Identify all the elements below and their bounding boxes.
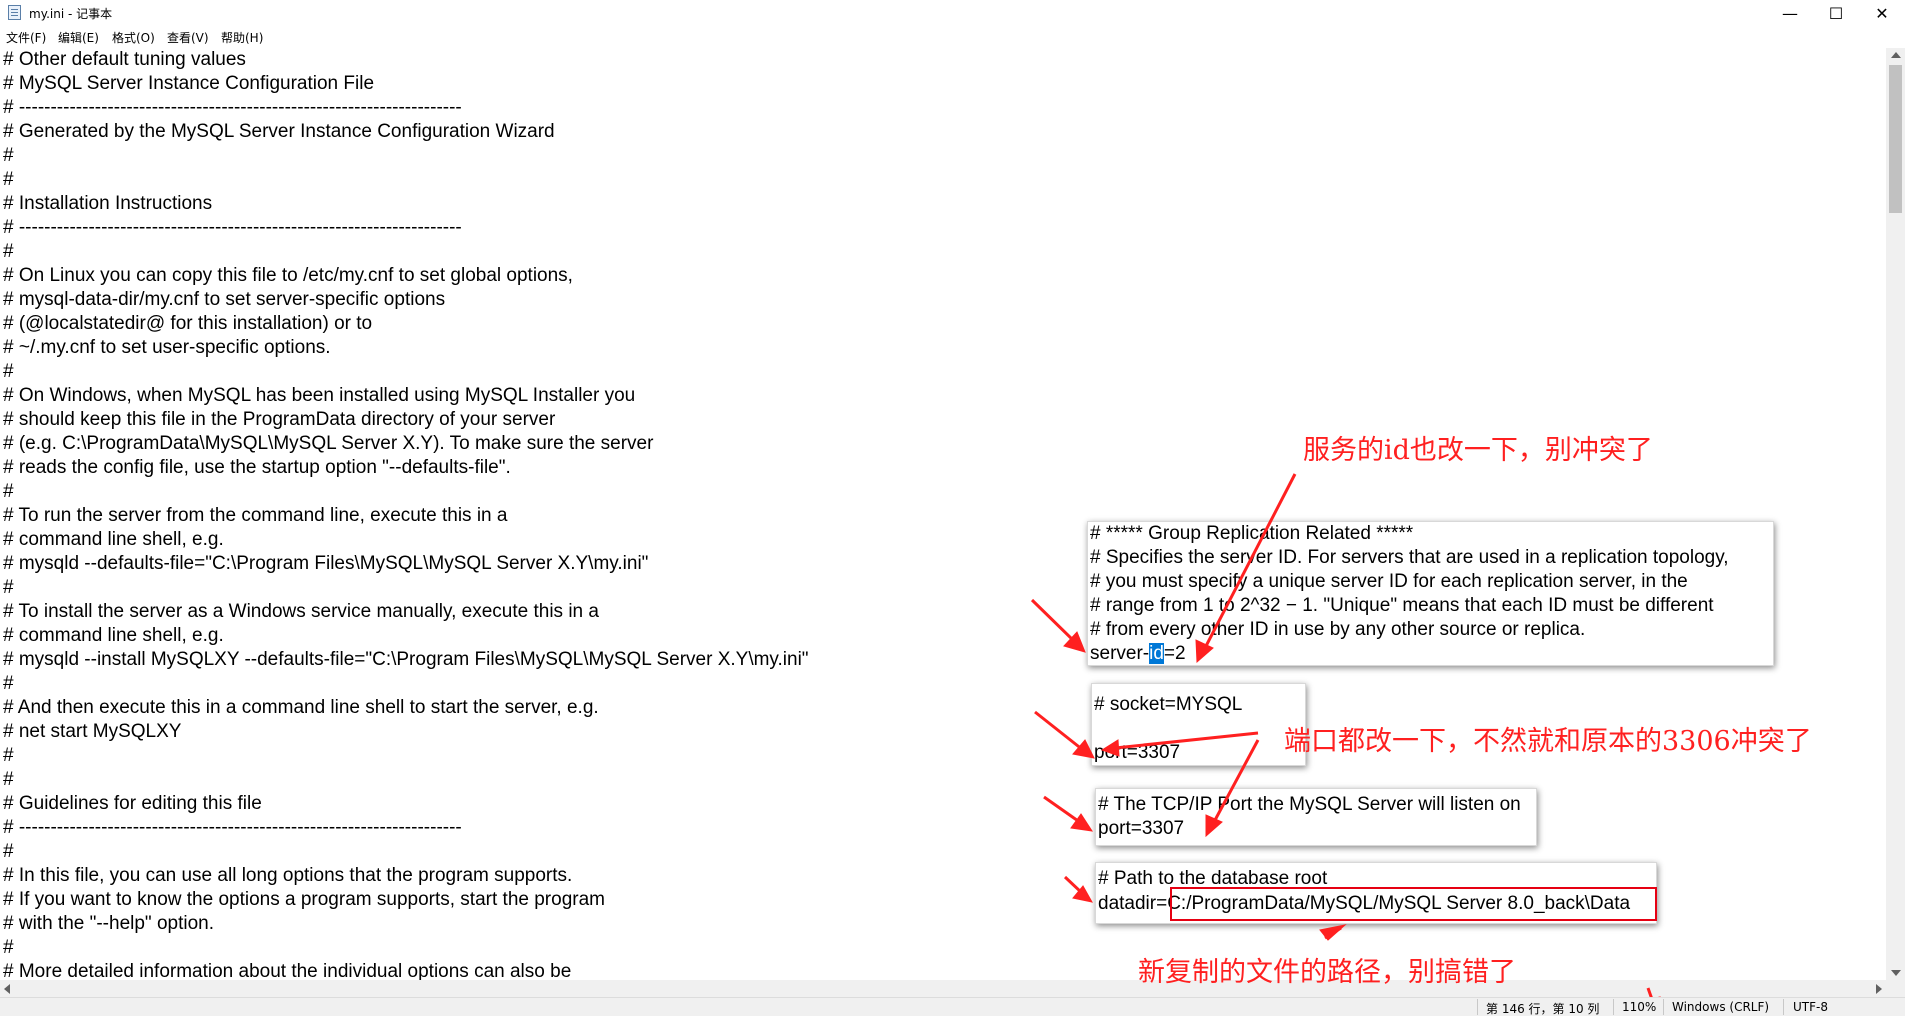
line-ending: Windows (CRLF) bbox=[1672, 1000, 1770, 1014]
status-separator bbox=[1663, 999, 1664, 1015]
arrow-to-server-id-line bbox=[1030, 598, 1077, 644]
arrow-port-left bbox=[1114, 731, 1259, 750]
cursor-position: 第 146 行，第 10 列 bbox=[1486, 1002, 1600, 1016]
status-bar: 第 146 行，第 10 列 110% Windows (CRLF) UTF-8 bbox=[0, 997, 1905, 1016]
arrow-head-icon bbox=[1205, 814, 1223, 838]
encoding: UTF-8 bbox=[1793, 1000, 1828, 1014]
annotation-arrows bbox=[1030, 473, 1661, 1014]
arrow-to-tcp-port bbox=[1043, 795, 1082, 825]
status-separator bbox=[1613, 999, 1614, 1015]
arrow-to-socket bbox=[1034, 710, 1084, 752]
arrow-to-server-id bbox=[1203, 473, 1297, 649]
status-separator bbox=[1477, 999, 1478, 1015]
arrow-head-icon bbox=[1100, 739, 1120, 757]
arrow-head-icon bbox=[1319, 924, 1347, 941]
status-separator bbox=[1783, 999, 1784, 1015]
arrow-port-down bbox=[1212, 739, 1260, 823]
arrow-head-icon bbox=[1195, 639, 1214, 664]
zoom-level: 110% bbox=[1622, 1000, 1657, 1014]
